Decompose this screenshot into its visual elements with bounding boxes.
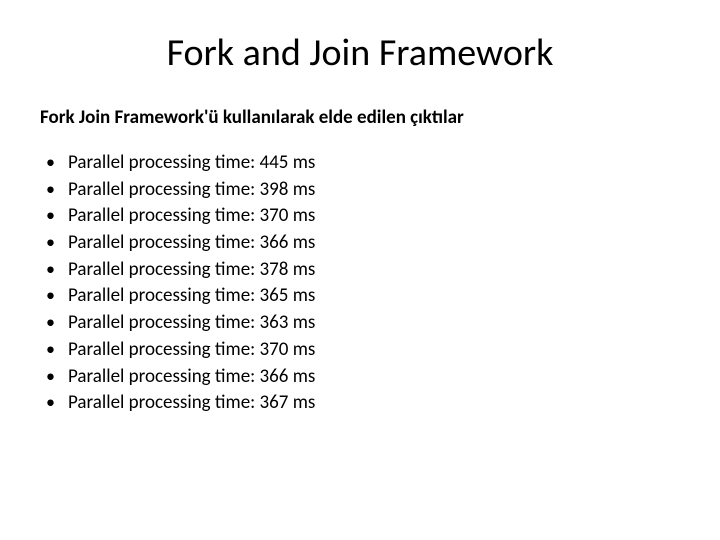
slide-container: Fork and Join Framework Fork Join Framew… [0, 0, 720, 540]
list-item: Parallel processing time: 378 ms [40, 258, 680, 283]
list-item: Parallel processing time: 366 ms [40, 365, 680, 390]
list-item: Parallel processing time: 363 ms [40, 311, 680, 336]
list-item: Parallel processing time: 367 ms [40, 391, 680, 416]
list-item: Parallel processing time: 370 ms [40, 204, 680, 229]
list-item: Parallel processing time: 445 ms [40, 151, 680, 176]
slide-title: Fork and Join Framework [40, 30, 680, 76]
list-item: Parallel processing time: 366 ms [40, 231, 680, 256]
list-item: Parallel processing time: 365 ms [40, 284, 680, 309]
output-list: Parallel processing time: 445 ms Paralle… [40, 151, 680, 416]
list-item: Parallel processing time: 370 ms [40, 338, 680, 363]
slide-subtitle: Fork Join Framework'ü kullanılarak elde … [40, 106, 680, 129]
list-item: Parallel processing time: 398 ms [40, 178, 680, 203]
